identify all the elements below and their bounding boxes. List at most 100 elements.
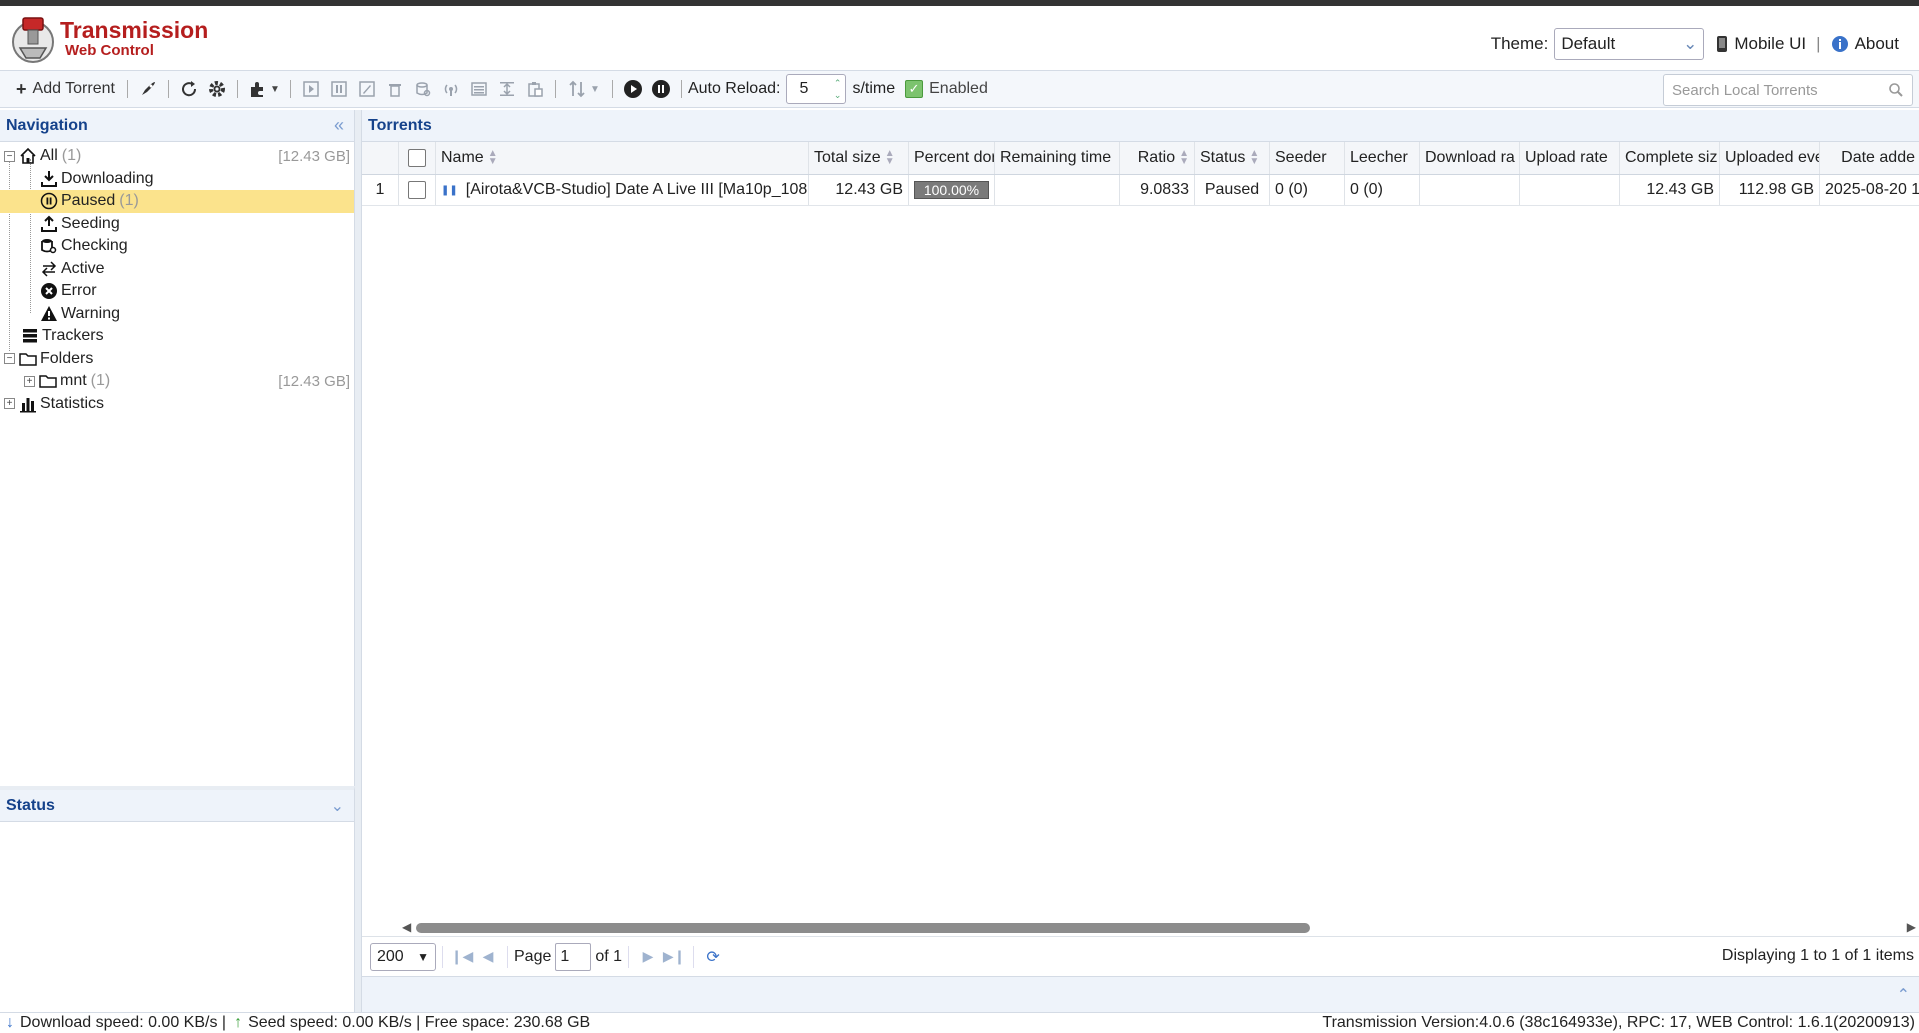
pause-all-icon[interactable] (647, 74, 675, 104)
refresh-icon[interactable] (175, 74, 203, 104)
column-header-status[interactable]: Status ▲ ▼ (1195, 142, 1270, 174)
nav-mnt-count: (1) (90, 372, 111, 390)
theme-value: Default (1561, 34, 1616, 53)
column-header-percent-done[interactable]: Percent dor (909, 142, 995, 174)
bar-chart-icon (19, 395, 37, 413)
auto-reload-input[interactable]: 5 ⌃ ⌄ (786, 74, 847, 104)
rename-icon[interactable] (353, 74, 381, 104)
nav-item-error[interactable]: Error (0, 280, 354, 303)
verify-icon[interactable] (409, 74, 437, 104)
nav-item-active[interactable]: Active (0, 258, 354, 281)
chevron-down-icon: ▼ (417, 949, 429, 964)
scrollbar-thumb[interactable] (416, 923, 1310, 933)
column-header-label: Seeder (1275, 149, 1327, 166)
expand-toggle-icon[interactable]: + (24, 375, 35, 387)
nav-item-mnt[interactable]: + mnt (1) [12.43 GB] (0, 370, 354, 393)
sort-icon: ▲ ▼ (487, 148, 498, 167)
column-header-upload-rate[interactable]: Upload rate (1520, 142, 1620, 174)
column-header-name[interactable]: Name ▲ ▼ (436, 142, 809, 174)
first-page-icon[interactable]: ❙◀ (449, 948, 475, 965)
collapse-left-icon[interactable]: « (334, 115, 344, 136)
column-header-complete-size[interactable]: Complete siz (1620, 142, 1720, 174)
progress-bar: 100.00% (914, 181, 989, 199)
clipboard-icon[interactable] (521, 74, 549, 104)
nav-item-statistics[interactable]: + Statistics (0, 393, 354, 416)
chevron-down-icon: ▼ (269, 83, 280, 95)
next-page-icon[interactable]: ▶ (635, 948, 661, 965)
page-number-input[interactable]: 1 (555, 942, 592, 971)
scroll-right-icon[interactable]: ▶ (1907, 920, 1916, 934)
column-header-label: Name (441, 149, 484, 166)
sort-icon: ▲ ▼ (1179, 148, 1189, 167)
trash-icon[interactable] (381, 74, 409, 104)
pager-separator (693, 945, 695, 968)
column-header-seeder[interactable]: Seeder (1270, 142, 1345, 174)
brand-title: Transmission (60, 17, 209, 43)
column-header-label: Complete siz (1625, 149, 1718, 166)
collapse-down-icon[interactable]: ⌄ (331, 796, 344, 816)
row-checkbox[interactable] (408, 181, 426, 199)
nav-item-seeding[interactable]: Seeding (0, 213, 354, 236)
reannounce-icon[interactable] (437, 74, 465, 104)
nav-item-trackers[interactable]: Trackers (0, 325, 354, 348)
nav-item-warning[interactable]: Warning (0, 303, 354, 326)
paused-status-icon: ❚❚ (441, 184, 458, 196)
search-input[interactable]: Search Local Torrents (1663, 74, 1913, 106)
column-header-ratio[interactable]: Ratio ▲ ▼ (1120, 142, 1195, 174)
folder-icon (39, 372, 57, 390)
column-header-date-added[interactable]: Date adde (1820, 142, 1919, 174)
column-header-total-size[interactable]: Total size ▲ ▼ (809, 142, 909, 174)
expand-toggle-icon[interactable]: + (4, 398, 15, 410)
queue-icon[interactable]: ▼ (562, 74, 606, 104)
nav-item-all[interactable]: − All (1) [12.43 GB] (0, 145, 354, 168)
nav-item-downloading[interactable]: Downloading (0, 168, 354, 191)
nav-item-checking[interactable]: Checking (0, 235, 354, 258)
torrents-title: Torrents (368, 116, 432, 134)
expand-up-icon[interactable]: ⌃ (1897, 985, 1910, 1005)
pause-icon[interactable] (325, 74, 353, 104)
select-all-checkbox[interactable] (408, 149, 426, 167)
rocket-icon[interactable] (134, 74, 162, 104)
enabled-checkbox[interactable]: ✓ (905, 80, 924, 98)
pager-separator (442, 945, 443, 968)
cell-status: Paused (1195, 175, 1270, 205)
server-icon (21, 327, 39, 345)
pager-separator (628, 945, 630, 968)
spinner-arrows-icon[interactable]: ⌃ ⌄ (834, 77, 842, 101)
column-header-remaining-time[interactable]: Remaining time (995, 142, 1120, 174)
nav-paused-count: (1) (119, 192, 139, 210)
collapse-toggle-icon[interactable]: − (4, 150, 15, 162)
column-header-uploaded-ever[interactable]: Uploaded eve (1720, 142, 1820, 174)
add-torrent-button[interactable]: + Add Torrent (10, 74, 121, 104)
toolbar-separator (236, 80, 238, 98)
status-header: Status ⌄ (0, 790, 354, 822)
page-size-select[interactable]: 200 ▼ (370, 942, 436, 971)
horizontal-scrollbar[interactable]: ◀ ▶ (402, 920, 1919, 934)
enabled-label: Enabled (929, 80, 988, 97)
mobile-ui-link[interactable]: Mobile UI (1716, 34, 1806, 54)
navigation-header: Navigation « (0, 110, 354, 142)
list-icon[interactable] (465, 74, 493, 104)
move-icon[interactable] (493, 74, 521, 104)
table-row[interactable]: 1 ❚❚ [Airota&VCB-Studio] Date A Live III… (362, 175, 1919, 206)
column-header-leecher[interactable]: Leecher (1345, 142, 1420, 174)
column-header-download-rate[interactable]: Download ra (1420, 142, 1520, 174)
torrents-grid-header: Name ▲ ▼ Total size ▲ ▼ Percent dor Remain… (362, 142, 1919, 175)
nav-item-folders[interactable]: − Folders (0, 348, 354, 371)
reload-icon[interactable]: ⟳ (700, 947, 726, 967)
theme-select[interactable]: Default ⌄ (1554, 28, 1705, 60)
page-size-value: 200 (377, 947, 404, 965)
status-panel: Status ⌄ (0, 786, 355, 1012)
collapse-toggle-icon[interactable]: − (4, 353, 15, 365)
scroll-left-icon[interactable]: ◀ (402, 920, 411, 934)
navigation-tree: − All (1) [12.43 GB] Downloading Paused … (0, 142, 354, 415)
prev-page-icon[interactable]: ◀ (475, 948, 501, 965)
plugin-icon[interactable]: ▼ (244, 74, 284, 104)
nav-item-paused[interactable]: Paused (1) (0, 190, 354, 213)
column-header-label: Ratio (1137, 149, 1176, 166)
last-page-icon[interactable]: ▶❙ (661, 948, 687, 965)
about-link[interactable]: About (1831, 34, 1899, 54)
gear-icon[interactable] (203, 74, 231, 104)
start-icon[interactable] (297, 74, 325, 104)
start-all-icon[interactable] (619, 74, 647, 104)
